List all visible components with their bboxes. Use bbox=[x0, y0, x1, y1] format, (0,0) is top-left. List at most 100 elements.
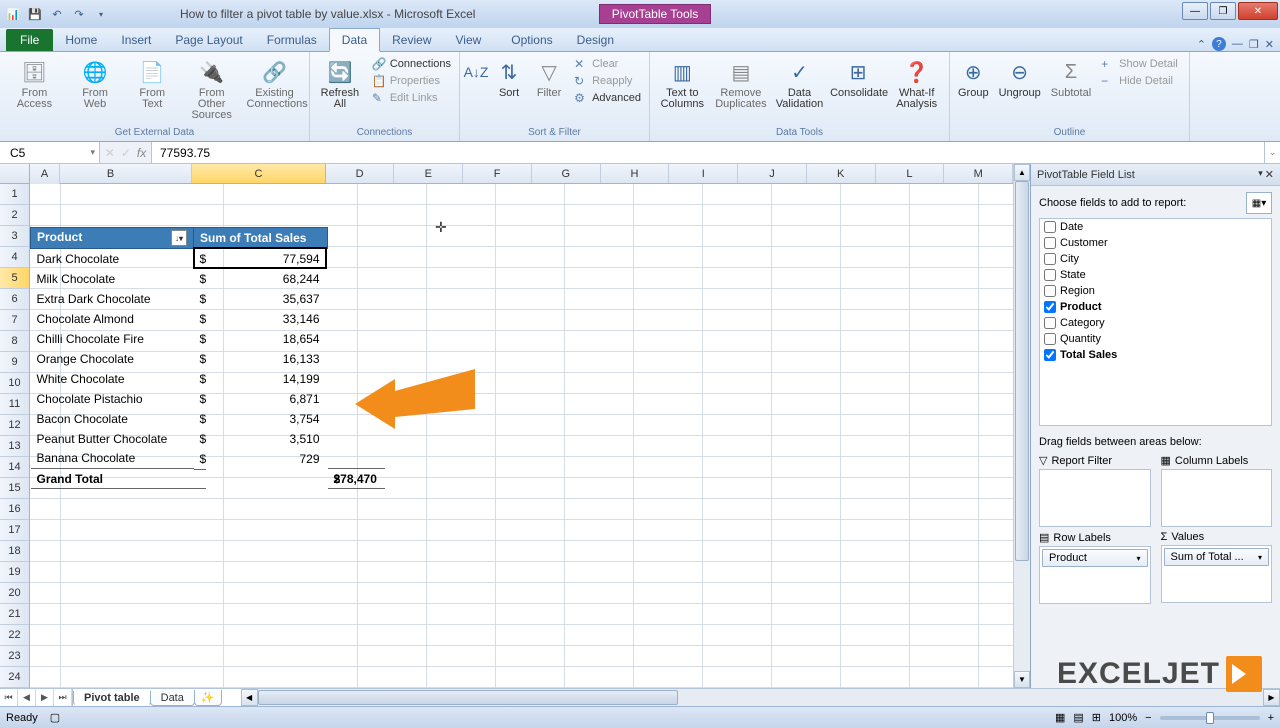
minimize-ribbon-icon[interactable]: ⌃ bbox=[1197, 38, 1206, 51]
pivot-row[interactable]: White Chocolate$14,199 bbox=[31, 369, 385, 389]
row-header-9[interactable]: 9 bbox=[0, 352, 29, 373]
field-checkbox[interactable] bbox=[1044, 221, 1056, 233]
tab-file[interactable]: File bbox=[6, 29, 53, 51]
col-header-D[interactable]: D bbox=[326, 164, 395, 183]
field-list[interactable]: DateCustomerCityStateRegionProductCatego… bbox=[1039, 218, 1272, 426]
col-header-J[interactable]: J bbox=[738, 164, 807, 183]
consolidate-button[interactable]: ⊞Consolidate bbox=[830, 56, 887, 101]
area-rows-box[interactable]: Product▾ bbox=[1039, 546, 1151, 604]
show-detail-button[interactable]: +Show Detail bbox=[1101, 56, 1178, 72]
row-header-16[interactable]: 16 bbox=[0, 499, 29, 520]
last-sheet-button[interactable]: ⏭ bbox=[54, 689, 72, 706]
window-close-icon[interactable]: ✕ bbox=[1265, 38, 1274, 51]
area-filter-box[interactable] bbox=[1039, 469, 1151, 527]
tab-insert[interactable]: Insert bbox=[109, 29, 163, 51]
field-checkbox[interactable] bbox=[1044, 317, 1056, 329]
expand-formula-bar-icon[interactable]: ⌄ bbox=[1264, 142, 1280, 163]
row-headers[interactable]: 123456789101112131415161718192021222324 bbox=[0, 184, 30, 688]
col-header-M[interactable]: M bbox=[944, 164, 1013, 183]
field-checkbox[interactable] bbox=[1044, 237, 1056, 249]
col-header-K[interactable]: K bbox=[807, 164, 876, 183]
undo-icon[interactable]: ↶ bbox=[48, 5, 66, 23]
scroll-down-button[interactable]: ▼ bbox=[1014, 671, 1030, 688]
column-headers[interactable]: B C D E F G H I J K L M bbox=[0, 164, 1013, 184]
close-button[interactable]: ✕ bbox=[1238, 2, 1278, 20]
zoom-out-button[interactable]: − bbox=[1145, 712, 1151, 724]
scroll-left-button[interactable]: ◀ bbox=[241, 689, 258, 706]
from-text-button[interactable]: 📄From Text bbox=[125, 56, 179, 112]
col-header-E[interactable]: E bbox=[394, 164, 463, 183]
save-icon[interactable]: 💾 bbox=[26, 5, 44, 23]
existing-connections-button[interactable]: 🔗Existing Connections bbox=[244, 56, 305, 112]
zoom-slider[interactable] bbox=[1160, 716, 1260, 720]
reapply-button[interactable]: ↻Reapply bbox=[574, 73, 641, 89]
hide-detail-button[interactable]: −Hide Detail bbox=[1101, 73, 1178, 89]
qat-dropdown-icon[interactable]: ▾ bbox=[92, 5, 110, 23]
col-header-I[interactable]: I bbox=[669, 164, 738, 183]
sort-button[interactable]: ⇅Sort bbox=[490, 56, 528, 101]
view-pagebreak-icon[interactable]: ⊞ bbox=[1092, 711, 1101, 724]
pivot-row[interactable]: Banana Chocolate$729 bbox=[31, 449, 385, 469]
col-header-A[interactable]: A bbox=[30, 164, 60, 184]
sort-az-button[interactable]: A↓Z bbox=[464, 56, 488, 88]
row-header-14[interactable]: 14 bbox=[0, 457, 29, 478]
redo-icon[interactable]: ↷ bbox=[70, 5, 88, 23]
minimize-button[interactable]: — bbox=[1182, 2, 1208, 20]
row-header-22[interactable]: 22 bbox=[0, 625, 29, 646]
field-checkbox[interactable] bbox=[1044, 269, 1056, 281]
pane-close-icon[interactable]: ✕ bbox=[1265, 168, 1274, 181]
from-web-button[interactable]: 🌐From Web bbox=[67, 56, 123, 112]
ungroup-button[interactable]: ⊖Ungroup bbox=[995, 56, 1045, 101]
field-checkbox[interactable] bbox=[1044, 253, 1056, 265]
field-total-sales[interactable]: Total Sales bbox=[1040, 347, 1271, 363]
row-header-17[interactable]: 17 bbox=[0, 520, 29, 541]
scroll-thumb[interactable] bbox=[1015, 181, 1029, 561]
tab-formulas[interactable]: Formulas bbox=[255, 29, 329, 51]
advanced-button[interactable]: ⚙Advanced bbox=[574, 90, 641, 106]
pane-options-icon[interactable]: ▾ bbox=[1258, 168, 1263, 181]
edit-links-button[interactable]: ✎Edit Links bbox=[372, 90, 451, 106]
row-header-3[interactable]: 3 bbox=[0, 226, 29, 247]
view-layout-icon[interactable]: ▤ bbox=[1073, 711, 1083, 724]
field-category[interactable]: Category bbox=[1040, 315, 1271, 331]
group-button[interactable]: ⊕Group bbox=[954, 56, 993, 101]
formula-input[interactable]: 77593.75 bbox=[152, 142, 1264, 163]
name-box[interactable]: C5 bbox=[0, 142, 100, 163]
subtotal-button[interactable]: ΣSubtotal bbox=[1047, 56, 1095, 101]
hscroll-thumb[interactable] bbox=[258, 690, 678, 705]
field-quantity[interactable]: Quantity bbox=[1040, 331, 1271, 347]
row-header-19[interactable]: 19 bbox=[0, 562, 29, 583]
col-header-G[interactable]: G bbox=[532, 164, 601, 183]
row-header-18[interactable]: 18 bbox=[0, 541, 29, 562]
enter-formula-icon[interactable]: ✓ bbox=[121, 146, 131, 160]
pivot-table[interactable]: Product↓▾ Sum of Total Sales Dark Chocol… bbox=[30, 227, 385, 489]
row-header-10[interactable]: 10 bbox=[0, 373, 29, 394]
select-all-corner[interactable] bbox=[0, 164, 30, 183]
pivot-row[interactable]: Chocolate Pistachio$6,871 bbox=[31, 389, 385, 409]
pivot-row[interactable]: Peanut Butter Chocolate$3,510 bbox=[31, 429, 385, 449]
tab-home[interactable]: Home bbox=[53, 29, 109, 51]
pivot-row[interactable]: Orange Chocolate$16,133 bbox=[31, 349, 385, 369]
row-header-5[interactable]: 5 bbox=[0, 268, 29, 289]
row-header-13[interactable]: 13 bbox=[0, 436, 29, 457]
sheet-tab-data[interactable]: Data bbox=[150, 691, 195, 706]
pivot-row[interactable]: Bacon Chocolate$3,754 bbox=[31, 409, 385, 429]
field-checkbox[interactable] bbox=[1044, 285, 1056, 297]
tab-options[interactable]: Options bbox=[499, 29, 564, 51]
row-header-8[interactable]: 8 bbox=[0, 331, 29, 352]
zoom-in-button[interactable]: + bbox=[1268, 712, 1274, 724]
refresh-all-button[interactable]: 🔄Refresh All bbox=[314, 56, 366, 112]
help-icon[interactable]: ? bbox=[1212, 37, 1226, 51]
window-minimize-icon[interactable]: — bbox=[1232, 38, 1243, 50]
pivot-row[interactable]: Chilli Chocolate Fire$18,654 bbox=[31, 329, 385, 349]
field-city[interactable]: City bbox=[1040, 251, 1271, 267]
row-header-2[interactable]: 2 bbox=[0, 205, 29, 226]
sheet-tab-pivot[interactable]: Pivot table bbox=[73, 691, 151, 706]
new-sheet-button[interactable]: ✨ bbox=[194, 690, 222, 706]
field-checkbox[interactable] bbox=[1044, 349, 1056, 361]
view-normal-icon[interactable]: ▦ bbox=[1055, 711, 1065, 724]
row-header-23[interactable]: 23 bbox=[0, 646, 29, 667]
pivot-row[interactable]: Extra Dark Chocolate$35,637 bbox=[31, 289, 385, 309]
field-region[interactable]: Region bbox=[1040, 283, 1271, 299]
field-checkbox[interactable] bbox=[1044, 333, 1056, 345]
